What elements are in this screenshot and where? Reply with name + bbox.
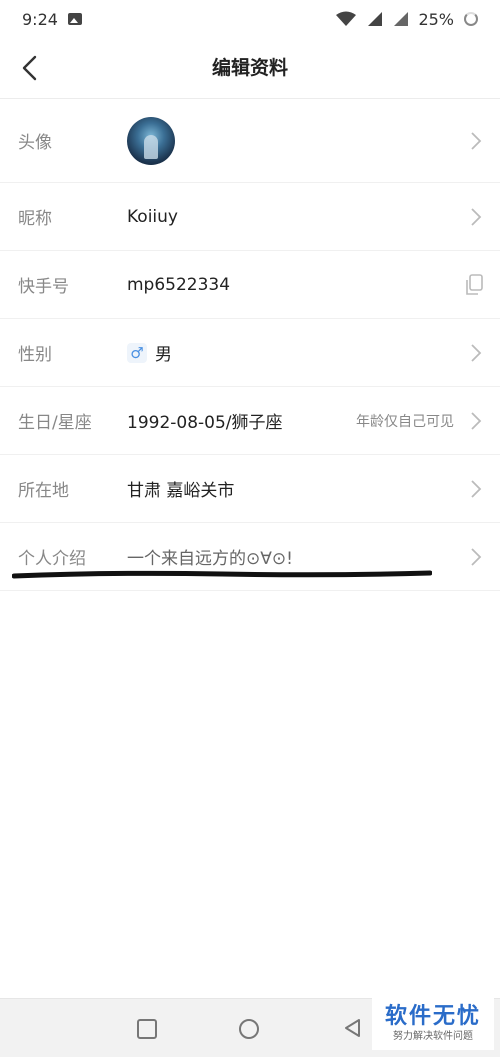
male-icon: ♂ (127, 342, 147, 363)
battery-icon (464, 12, 478, 26)
bio-label: 个人介绍 (18, 549, 86, 569)
avatar-value (127, 116, 175, 165)
chevron-right-icon (471, 131, 482, 150)
recent-apps-button[interactable] (137, 1019, 157, 1039)
location-label: 所在地 (18, 481, 69, 501)
header: 编辑资料 (0, 38, 500, 99)
kuaishou-id-label: 快手号 (18, 277, 69, 297)
profile-fields: 头像 昵称 Koiiuy 快手号 mp6522334 性别 ♂ 男 生日/星座 … (0, 99, 500, 591)
location-value: 甘肃 嘉峪关市 (127, 481, 235, 501)
signal-secondary-icon (394, 12, 409, 26)
chevron-right-icon (471, 411, 482, 430)
age-privacy-hint: 年龄仅自己可见 (356, 413, 454, 430)
avatar-label: 头像 (18, 133, 52, 153)
birthday-row[interactable]: 生日/星座 1992-08-05/狮子座 年龄仅自己可见 (0, 387, 500, 455)
status-right: 25% (336, 10, 478, 29)
bio-row[interactable]: 个人介绍 一个来自远方的⊙∀⊙! (0, 523, 500, 591)
gender-label: 性别 (18, 345, 52, 365)
screen: 9:24 25% 编辑资料 头像 昵称 Koiiuy 快手号 mp6522334… (0, 0, 500, 1057)
chevron-right-icon (471, 479, 482, 498)
nickname-value: Koiiuy (127, 206, 178, 227)
watermark-subtitle: 努力解决软件问题 (393, 1031, 473, 1042)
gender-value: 男 (155, 345, 172, 365)
gallery-notification-icon (67, 13, 82, 25)
kuaishou-id-value: mp6522334 (127, 274, 231, 295)
kuaishou-id-row: 快手号 mp6522334 (0, 251, 500, 319)
copy-icon[interactable] (464, 273, 484, 296)
avatar-row[interactable]: 头像 (0, 99, 500, 183)
home-button[interactable] (239, 1019, 259, 1039)
watermark-title: 软件无忧 (384, 1004, 481, 1029)
birthday-value: 1992-08-05/狮子座 (127, 413, 283, 433)
birthday-label: 生日/星座 (18, 413, 92, 433)
nickname-row[interactable]: 昵称 Koiiuy (0, 183, 500, 251)
page-title: 编辑资料 (211, 57, 288, 79)
watermark-logo: 软件无忧 努力解决软件问题 (372, 998, 494, 1050)
wifi-icon (336, 11, 357, 26)
avatar[interactable] (127, 116, 175, 165)
gender-value-group: ♂ 男 (127, 340, 172, 365)
location-row[interactable]: 所在地 甘肃 嘉峪关市 (0, 455, 500, 523)
chevron-right-icon (471, 343, 482, 362)
chevron-right-icon (471, 547, 482, 566)
bio-value: 一个来自远方的⊙∀⊙! (127, 549, 293, 569)
signal-icon (368, 12, 383, 26)
nickname-label: 昵称 (18, 209, 52, 229)
status-bar: 9:24 25% (0, 0, 500, 38)
status-time: 9:24 (22, 9, 58, 29)
status-left: 9:24 (22, 10, 82, 29)
chevron-right-icon (471, 207, 482, 226)
underline-annotation (12, 570, 432, 579)
gender-row[interactable]: 性别 ♂ 男 (0, 319, 500, 387)
battery-percent: 25% (418, 9, 454, 29)
nav-back-button[interactable] (343, 1018, 361, 1038)
